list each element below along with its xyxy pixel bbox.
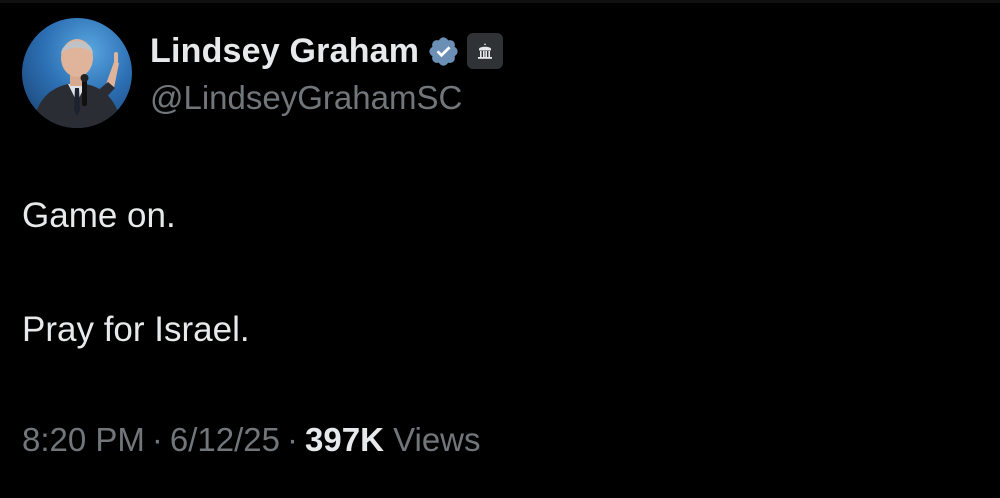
avatar[interactable] — [22, 18, 132, 128]
views-count[interactable]: 397K — [305, 421, 384, 458]
tweet-date[interactable]: 6/12/25 — [170, 421, 280, 458]
tweet-time[interactable]: 8:20 PM — [22, 421, 145, 458]
views-label: Views — [393, 421, 481, 458]
verified-badge-icon[interactable] — [427, 35, 460, 68]
author-name-row: Lindsey Graham — [150, 28, 504, 74]
tweet-card: Lindsey Graham @LindseyGrahamSC Game on. — [0, 0, 1000, 498]
author-display-name[interactable]: Lindsey Graham — [150, 28, 419, 74]
tweet-text: Game on. Pray for Israel. — [22, 190, 250, 356]
author-handle[interactable]: @LindseyGrahamSC — [150, 76, 462, 120]
tweet-text-line: Game on. — [22, 196, 176, 235]
top-divider — [0, 0, 1000, 3]
government-building-icon[interactable] — [467, 33, 504, 69]
meta-separator: · — [287, 421, 299, 458]
tweet-paragraph-gap — [22, 242, 250, 304]
profile-photo-icon — [32, 39, 122, 128]
tweet-text-line: Pray for Israel. — [22, 310, 250, 349]
meta-separator: · — [151, 421, 163, 458]
tweet-metadata: 8:20 PM · 6/12/25 · 397K Views — [22, 416, 481, 464]
